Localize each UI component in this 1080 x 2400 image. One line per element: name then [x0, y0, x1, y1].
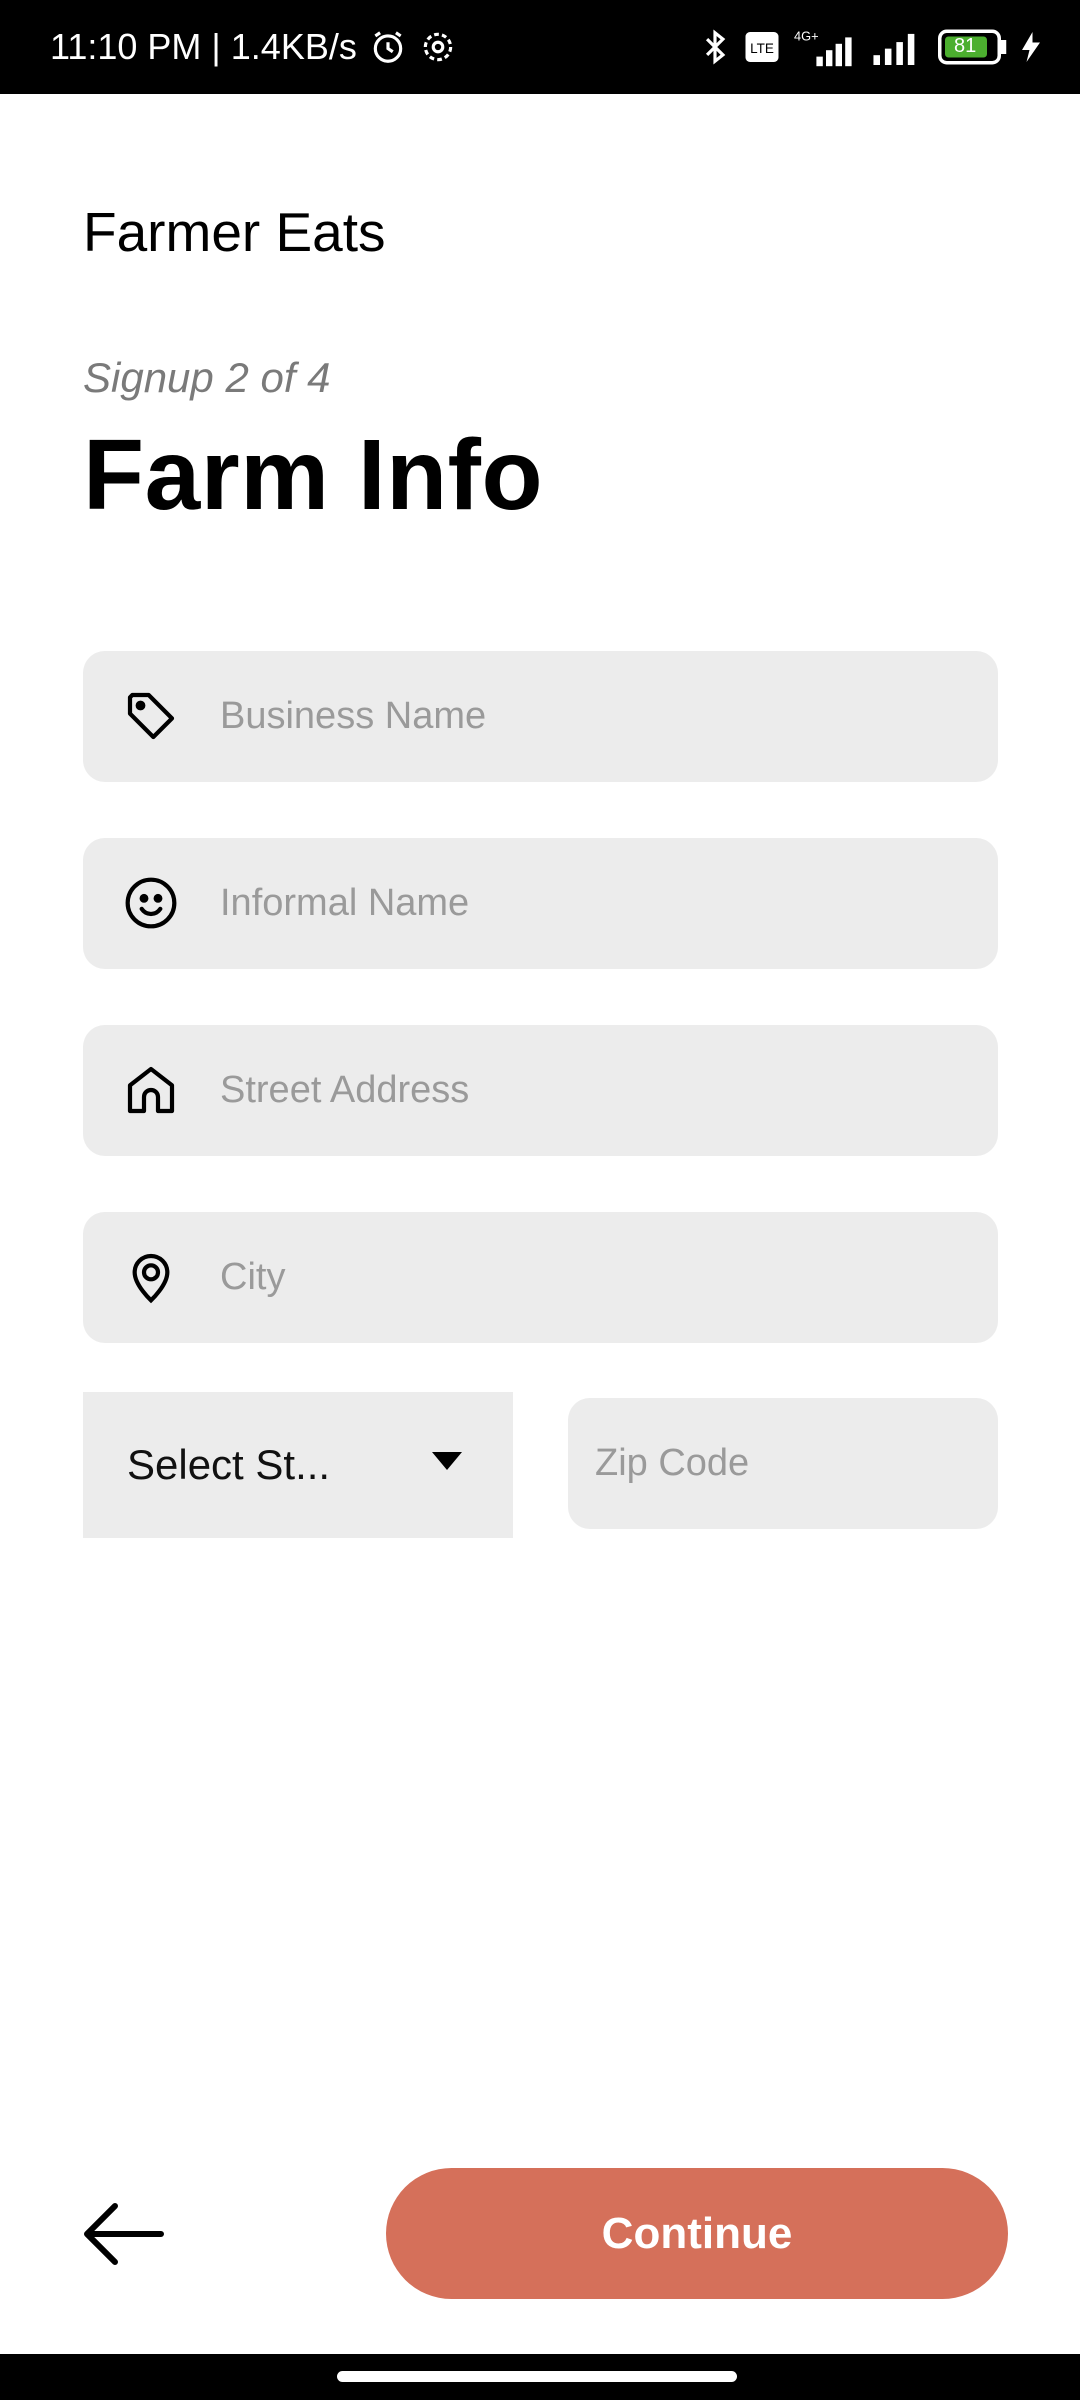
city-field[interactable]	[83, 1212, 998, 1343]
state-select[interactable]: Select St...	[83, 1392, 513, 1538]
zip-code-input[interactable]	[595, 1398, 998, 1529]
city-input[interactable]	[83, 1212, 998, 1343]
app-name: Farmer Eats	[83, 201, 386, 263]
business-name-field[interactable]	[83, 651, 998, 782]
business-name-input[interactable]	[83, 651, 998, 782]
continue-button[interactable]: Continue	[386, 2168, 1008, 2299]
smiley-icon	[125, 877, 177, 929]
charging-icon	[1022, 32, 1040, 62]
signal-icon	[872, 29, 924, 65]
tag-icon	[127, 692, 175, 740]
bluetooth-icon	[700, 28, 730, 66]
alarm-icon	[369, 28, 407, 66]
caret-down-icon	[432, 1452, 462, 1470]
volte-icon: LTE	[744, 30, 780, 64]
street-address-input[interactable]	[83, 1025, 998, 1156]
battery-icon: 81	[938, 29, 1008, 65]
state-select-label: Select St...	[127, 1441, 331, 1488]
settings-icon	[419, 28, 457, 66]
battery-level: 81	[954, 35, 977, 57]
status-time: 11:10 PM | 1.4KB/s	[50, 26, 357, 67]
informal-name-field[interactable]	[83, 838, 998, 969]
home-indicator[interactable]	[337, 2371, 737, 2382]
informal-name-input[interactable]	[83, 838, 998, 969]
home-icon	[127, 1066, 175, 1114]
svg-text:4G+: 4G+	[794, 29, 819, 44]
signal-4g-icon: 4G+	[794, 27, 858, 67]
arrow-left-icon[interactable]	[83, 2200, 165, 2268]
street-address-field[interactable]	[83, 1025, 998, 1156]
location-pin-icon	[132, 1253, 170, 1304]
status-bar: 11:10 PM | 1.4KB/s LTE 4G+ 81	[0, 0, 1080, 94]
zip-code-field[interactable]	[568, 1398, 998, 1529]
signup-step: Signup 2 of 4	[83, 354, 331, 401]
svg-text:LTE: LTE	[750, 41, 774, 56]
page-title: Farm Info	[83, 419, 544, 531]
